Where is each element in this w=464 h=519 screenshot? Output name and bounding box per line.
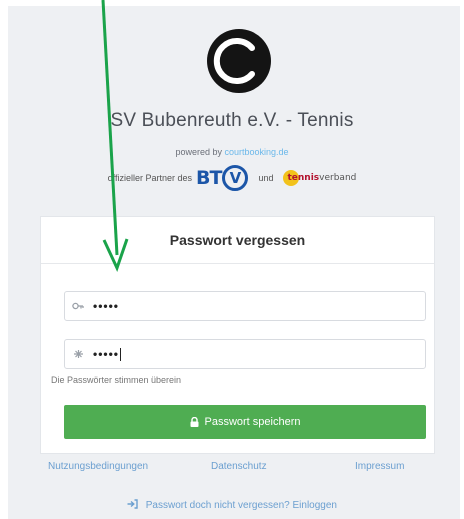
key-icon <box>67 301 89 311</box>
btv-logo-v: V <box>222 165 249 191</box>
tennisverband-logo-bold: tennis <box>287 173 320 183</box>
courtbooking-link[interactable]: courtbooking.de <box>224 147 288 157</box>
btv-logo-letters: BT <box>196 167 222 189</box>
confirm-password-value: ••••• <box>93 347 120 361</box>
confirm-password-field[interactable]: ••••• <box>64 339 426 369</box>
terms-link[interactable]: Nutzungsbedingungen <box>48 461 148 472</box>
asterisk-icon <box>67 349 89 359</box>
partner-text: offizieller Partner des <box>107 173 192 183</box>
text-cursor <box>120 347 122 361</box>
and-text: und <box>258 173 274 183</box>
powered-by-text: powered by courtbooking.de <box>0 147 464 157</box>
tennis-ball-logo-icon <box>207 29 271 93</box>
sign-in-icon <box>127 499 138 512</box>
password-match-message: Die Passwörter stimmen überein <box>51 375 182 385</box>
tennisverband-logo-rest: verband <box>319 173 357 183</box>
privacy-link[interactable]: Datenschutz <box>211 461 267 472</box>
save-password-button[interactable]: Passwort speichern <box>64 405 426 439</box>
powered-by-prefix: powered by <box>175 147 225 157</box>
save-password-label: Passwort speichern <box>204 416 301 428</box>
club-title: SV Bubenreuth e.V. - Tennis <box>110 110 354 131</box>
imprint-link[interactable]: Impressum <box>355 461 404 472</box>
card-title: Passwort vergessen <box>41 217 434 264</box>
login-link-label: Passwort doch nicht vergessen? Einloggen <box>145 500 337 512</box>
new-password-value: ••••• <box>93 299 120 313</box>
lock-icon <box>190 417 199 427</box>
tennisverband-logo: tennisverband <box>283 170 356 186</box>
login-link[interactable]: Passwort doch nicht vergessen? Einloggen <box>0 499 464 512</box>
btv-logo: BT V <box>196 165 249 191</box>
password-reset-card: Passwort vergessen ••••• ••••• Die Passw… <box>40 216 435 454</box>
new-password-field[interactable]: ••••• <box>64 291 426 321</box>
partner-row: offizieller Partner des BT V und tennisv… <box>0 160 464 196</box>
